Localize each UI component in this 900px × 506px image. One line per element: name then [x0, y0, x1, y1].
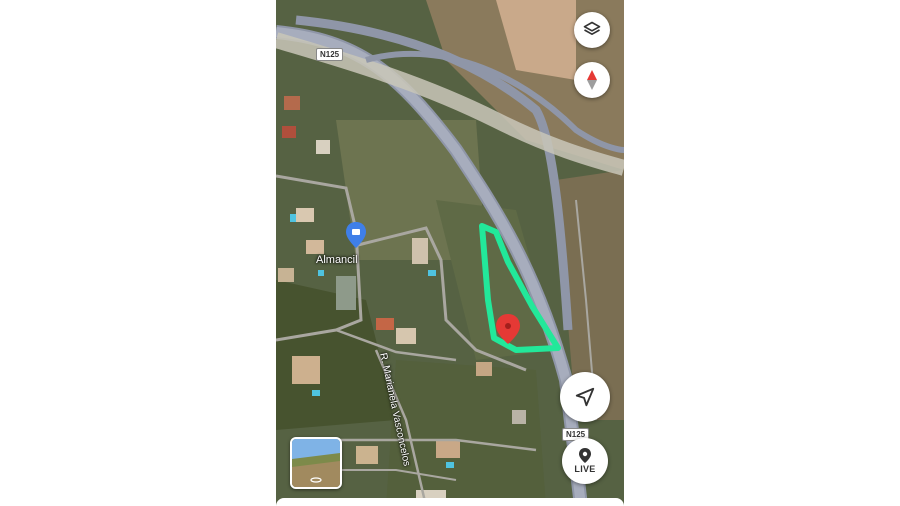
- navigation-arrow-icon: [575, 387, 595, 407]
- road-shield-n125-top: N125: [316, 48, 344, 61]
- compass-icon: [587, 70, 597, 90]
- live-label: LIVE: [574, 464, 596, 474]
- live-view-button[interactable]: LIVE: [562, 438, 608, 484]
- layers-icon: [583, 21, 601, 36]
- bottom-sheet-handle[interactable]: [276, 498, 624, 506]
- map-viewport[interactable]: N125 N125 Almancil R. Marianela Vasconce…: [276, 0, 624, 506]
- layers-button[interactable]: [574, 12, 610, 48]
- rotate-360-icon: [310, 477, 322, 483]
- place-label-almancil[interactable]: Almancil: [316, 254, 358, 266]
- navigation-button[interactable]: [560, 372, 610, 422]
- street-view-thumbnail[interactable]: [290, 437, 342, 489]
- compass-button[interactable]: [574, 62, 610, 98]
- live-pin-icon: [579, 448, 591, 463]
